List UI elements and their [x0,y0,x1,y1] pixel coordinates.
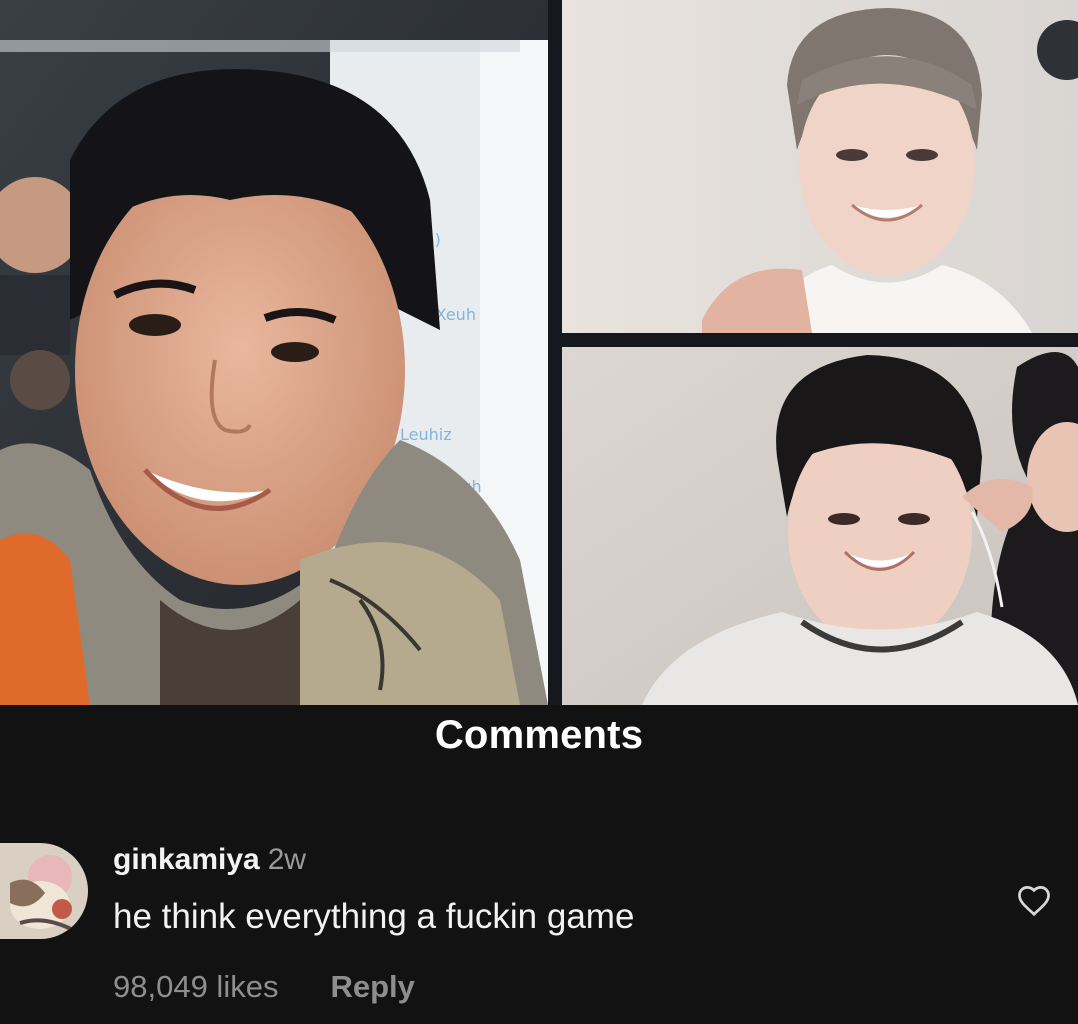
comment-header: ginkamiya 2w [113,843,306,877]
heart-outline-icon[interactable] [1016,883,1052,917]
photo-collage: s)) mXeuh Leuhiz mXauh [0,0,1078,705]
reply-button[interactable]: Reply [330,969,414,1004]
svg-text:Leuhiz: Leuhiz [400,425,452,444]
comments-panel: Comments ginkamiya 2w he think everything… [0,705,1078,1024]
comment-item: ginkamiya 2w he think everything a fuckin… [0,835,1078,1015]
left-selfie-photo[interactable]: s)) mXeuh Leuhiz mXauh [0,0,548,705]
comment-username[interactable]: ginkamiya [113,843,260,876]
comment-text: he think everything a fuckin game [113,897,635,936]
avatar[interactable] [0,843,88,939]
comment-likes[interactable]: 98,049 likes [113,969,278,1004]
comments-title: Comments [434,713,644,757]
top-right-photo[interactable] [562,0,1078,333]
bottom-right-photo[interactable] [562,347,1078,705]
comment-time: 2w [267,843,307,876]
comment-meta: 98,049 likes Reply [113,969,415,1005]
page: s)) mXeuh Leuhiz mXauh [0,0,1078,1024]
